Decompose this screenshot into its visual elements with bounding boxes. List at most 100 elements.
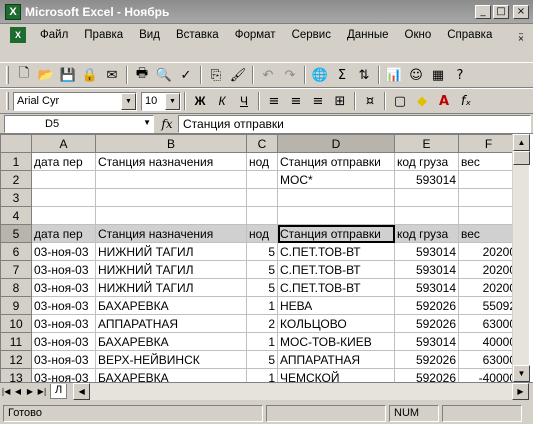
undo-icon[interactable]: ↶ (257, 64, 279, 86)
cell[interactable]: 55092 (458, 296, 519, 315)
align-left-icon[interactable]: ≡ (263, 90, 285, 112)
copy-icon[interactable]: ⎘ (205, 64, 227, 86)
cell[interactable]: код груза (394, 152, 459, 171)
cell[interactable] (277, 206, 395, 225)
cell[interactable]: НЕВА (277, 296, 395, 315)
help-icon[interactable]: ? (449, 64, 471, 86)
cell[interactable]: 592026 (394, 350, 459, 369)
print-icon[interactable]: 🖶 (131, 64, 153, 86)
cell[interactable]: С.ПЕТ.ТОВ-ВТ (277, 260, 395, 279)
cell[interactable]: 593014 (394, 260, 459, 279)
align-right-icon[interactable]: ≡ (307, 90, 329, 112)
cell[interactable]: 593014 (394, 332, 459, 351)
cell[interactable]: НИЖНИЙ ТАГИЛ (95, 260, 247, 279)
spelling-icon[interactable]: ✓ (175, 64, 197, 86)
cell[interactable]: 03-ноя-03 (31, 260, 96, 279)
cell[interactable]: -40000 (458, 368, 519, 382)
row-header[interactable]: 4 (0, 206, 32, 225)
cell[interactable] (95, 206, 247, 225)
cell[interactable]: 592026 (394, 368, 459, 382)
cell[interactable]: ВЕРХ-НЕЙВИНСК (95, 350, 247, 369)
column-header-a[interactable]: A (31, 134, 96, 153)
cell[interactable]: 40000 (458, 332, 519, 351)
cell[interactable] (31, 170, 96, 189)
vertical-scrollbar[interactable]: ▲ ▼ (512, 134, 530, 382)
spreadsheet-grid[interactable]: A B C D E F 1 дата пер Станция назначения н… (0, 134, 533, 382)
row-header[interactable]: 1 (0, 152, 32, 171)
cell[interactable]: Станция назначения (95, 224, 247, 243)
cell[interactable]: 20200 (458, 242, 519, 261)
cell[interactable]: 5 (246, 260, 278, 279)
new-icon[interactable]: 🗋 (13, 64, 35, 86)
cell[interactable]: АППАРАТНАЯ (95, 314, 247, 333)
cell[interactable]: 5 (246, 242, 278, 261)
scroll-right-icon[interactable]: ▶ (512, 383, 529, 400)
cell[interactable]: ЧЕМСКОЙ (277, 368, 395, 382)
name-box[interactable]: D5 ▼ (4, 114, 154, 133)
email-icon[interactable]: ✉ (101, 64, 123, 86)
menu-window[interactable]: Окно (397, 29, 440, 41)
cell[interactable]: нод (246, 224, 278, 243)
cell[interactable]: 593014 (394, 278, 459, 297)
cell[interactable]: вес (458, 224, 519, 243)
cell[interactable]: 5 (246, 350, 278, 369)
borders-icon[interactable]: ▢ (389, 90, 411, 112)
row-header[interactable]: 6 (0, 242, 32, 261)
cell[interactable] (31, 188, 96, 207)
cell[interactable] (31, 206, 96, 225)
cell[interactable]: код груза (394, 224, 459, 243)
row-header[interactable]: 8 (0, 278, 32, 297)
cell[interactable]: 1 (246, 368, 278, 382)
chevron-down-icon[interactable]: ▼ (165, 92, 180, 110)
cell[interactable]: 20200 (458, 278, 519, 297)
align-center-icon[interactable]: ≡ (285, 90, 307, 112)
cell[interactable] (458, 170, 519, 189)
prev-sheet-icon[interactable]: ◀ (12, 385, 24, 399)
cell[interactable] (458, 188, 519, 207)
workbook-icon[interactable]: X (10, 27, 26, 43)
cell[interactable]: БАХАРЕВКА (95, 332, 247, 351)
cell[interactable] (246, 206, 278, 225)
cell[interactable]: МОС* (277, 170, 395, 189)
cell[interactable]: 03-ноя-03 (31, 296, 96, 315)
menu-format[interactable]: Формат (227, 29, 284, 41)
cell[interactable] (277, 188, 395, 207)
sort-icon[interactable]: ⇅ (353, 64, 375, 86)
save-icon[interactable]: 💾 (57, 64, 79, 86)
chart-icon[interactable]: 📊 (383, 64, 405, 86)
permission-icon[interactable]: 🔒 (79, 64, 101, 86)
cell[interactable]: Станция назначения (95, 152, 247, 171)
merge-center-icon[interactable]: ⊞ (329, 90, 351, 112)
column-header-e[interactable]: E (394, 134, 459, 153)
cell[interactable]: АППАРАТНАЯ (277, 350, 395, 369)
font-color-icon[interactable]: A (433, 90, 455, 112)
cell[interactable]: БАХАРЕВКА (95, 296, 247, 315)
cell[interactable]: нод (246, 152, 278, 171)
sheet-tab[interactable]: Л (50, 384, 68, 399)
scroll-thumb[interactable] (513, 151, 530, 165)
cell[interactable]: НИЖНИЙ ТАГИЛ (95, 242, 247, 261)
chevron-down-icon[interactable]: ▼ (143, 118, 151, 127)
cell[interactable]: С.ПЕТ.ТОВ-ВТ (277, 242, 395, 261)
grid-icon[interactable]: ▦ (427, 64, 449, 86)
cell[interactable]: 592026 (394, 314, 459, 333)
row-header[interactable]: 11 (0, 332, 32, 351)
menu-insert[interactable]: Вставка (168, 29, 227, 41)
cell[interactable]: 03-ноя-03 (31, 368, 96, 382)
row-header[interactable]: 2 (0, 170, 32, 189)
smiley-icon[interactable]: ☺ (405, 64, 427, 86)
cell[interactable]: С.ПЕТ.ТОВ-ВТ (277, 278, 395, 297)
row-header[interactable]: 5 (0, 224, 32, 243)
fx-icon[interactable]: fx (156, 117, 178, 131)
chevron-down-icon[interactable]: ▼ (121, 92, 136, 110)
select-all-corner[interactable] (0, 134, 32, 153)
underline-button[interactable]: Ч (233, 90, 255, 112)
minimize-button[interactable]: _ (475, 4, 491, 19)
cell[interactable]: вес (458, 152, 519, 171)
cell[interactable]: КОЛЬЦОВО (277, 314, 395, 333)
cell[interactable] (458, 206, 519, 225)
italic-button[interactable]: К (211, 90, 233, 112)
column-header-f[interactable]: F (458, 134, 519, 153)
cell[interactable]: 592026 (394, 296, 459, 315)
cell[interactable]: 593014 (394, 242, 459, 261)
